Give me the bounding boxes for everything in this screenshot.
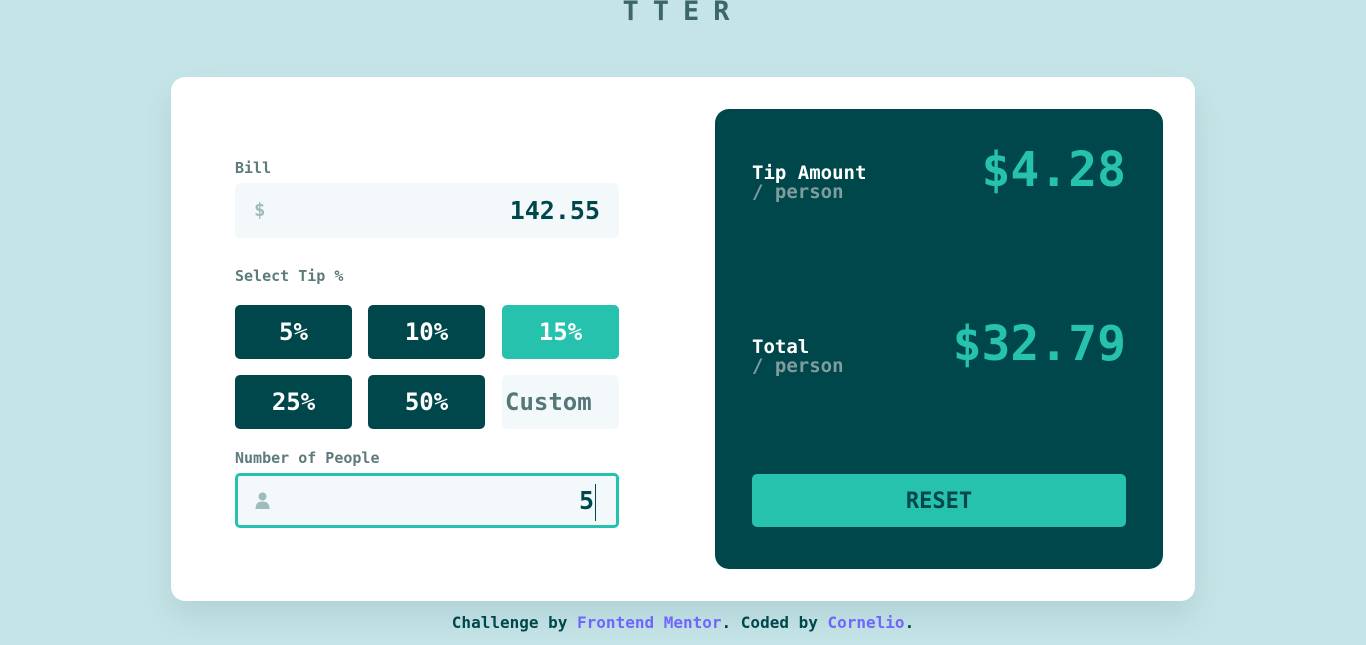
- bill-label: Bill: [235, 159, 272, 177]
- tip-button-25[interactable]: 25%: [235, 375, 352, 429]
- footer-text-1: Challenge by: [451, 613, 578, 632]
- reset-button[interactable]: RESET: [752, 474, 1126, 527]
- text-caret: [595, 483, 596, 521]
- tip-button-10[interactable]: 10%: [368, 305, 485, 359]
- tip-button-5[interactable]: 5%: [235, 305, 352, 359]
- people-input[interactable]: 5: [235, 473, 619, 528]
- tip-amount-sub: / person: [752, 181, 844, 203]
- tip-button-15[interactable]: 15%: [502, 305, 619, 359]
- people-label: Number of People: [235, 449, 380, 467]
- tip-amount-label: Tip Amount: [752, 162, 867, 184]
- results-panel: Tip Amount / person $4.28 Total / person…: [715, 109, 1163, 569]
- footer-text-3: .: [904, 613, 915, 632]
- tip-amount-value: $4.28: [981, 142, 1127, 198]
- author-link[interactable]: Cornelio: [828, 613, 905, 632]
- people-value-wrap: 5: [579, 476, 596, 525]
- people-value: 5: [578, 486, 594, 515]
- total-value: $32.79: [952, 316, 1126, 372]
- bill-input[interactable]: $ 142.55: [235, 183, 619, 238]
- select-tip-label: Select Tip %: [235, 267, 344, 285]
- footer-text-2: . Coded by: [721, 613, 828, 632]
- dollar-icon: $: [254, 199, 266, 221]
- custom-tip-input[interactable]: Custom: [502, 375, 619, 429]
- calculator-card: Bill $ 142.55 Select Tip % 5% 10% 15% 25…: [171, 77, 1195, 601]
- total-sub: / person: [752, 355, 844, 377]
- total-label: Total: [752, 336, 810, 358]
- app-logo: TTER: [622, 0, 744, 27]
- bill-value: 142.55: [509, 196, 600, 225]
- tip-button-50[interactable]: 50%: [368, 375, 485, 429]
- person-icon: [255, 492, 270, 510]
- frontend-mentor-link[interactable]: Frontend Mentor: [577, 613, 722, 632]
- attribution: Challenge by Frontend Mentor. Coded by C…: [0, 612, 1366, 634]
